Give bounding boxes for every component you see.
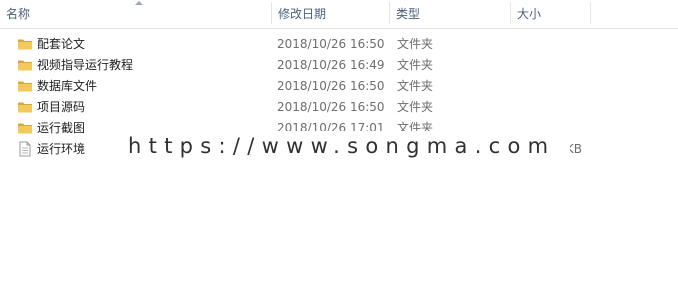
file-modified-date: 2018/10/26 16:50 bbox=[277, 100, 385, 114]
watermark-text: https://www.songma.com bbox=[108, 131, 570, 161]
file-modified-date: 2018/10/26 16:50 bbox=[277, 79, 385, 93]
column-name-header[interactable]: 名称 bbox=[0, 0, 272, 28]
folder-icon bbox=[18, 39, 32, 50]
column-header: 名称 修改日期 类型 大小 bbox=[0, 0, 678, 29]
file-name: 数据库文件 bbox=[37, 79, 98, 93]
file-explorer: 名称 修改日期 类型 大小 配套论文 2018/10/26 16:50 文件夹 … bbox=[0, 0, 678, 293]
column-size-header[interactable]: 大小 bbox=[511, 0, 591, 28]
file-modified-date: 2018/10/26 16:50 bbox=[277, 37, 385, 51]
file-name: 配套论文 bbox=[37, 37, 86, 51]
folder-icon bbox=[18, 123, 32, 134]
file-type: 文件夹 bbox=[397, 100, 434, 114]
file-name: 视频指导运行教程 bbox=[37, 58, 134, 72]
column-type-header[interactable]: 类型 bbox=[390, 0, 511, 28]
file-type: 文件夹 bbox=[397, 79, 434, 93]
file-name: 运行环境 bbox=[37, 142, 86, 156]
text-file-icon bbox=[19, 141, 31, 157]
file-modified-date: 2018/10/26 16:49 bbox=[277, 58, 385, 72]
column-date-header[interactable]: 修改日期 bbox=[272, 0, 390, 28]
file-name: 项目源码 bbox=[37, 100, 86, 114]
folder-icon bbox=[18, 102, 32, 113]
column-divider[interactable] bbox=[590, 2, 591, 24]
file-row-folder[interactable]: 视频指导运行教程 2018/10/26 16:49 文件夹 bbox=[0, 55, 600, 76]
file-name: 运行截图 bbox=[37, 121, 86, 135]
file-row-folder[interactable]: 项目源码 2018/10/26 16:50 文件夹 bbox=[0, 97, 600, 118]
folder-icon bbox=[18, 60, 32, 71]
file-type: 文件夹 bbox=[397, 58, 434, 72]
file-row-folder[interactable]: 数据库文件 2018/10/26 16:50 文件夹 bbox=[0, 76, 600, 97]
file-type: 文件夹 bbox=[397, 37, 434, 51]
folder-icon bbox=[18, 81, 32, 92]
file-row-folder[interactable]: 配套论文 2018/10/26 16:50 文件夹 bbox=[0, 34, 600, 55]
